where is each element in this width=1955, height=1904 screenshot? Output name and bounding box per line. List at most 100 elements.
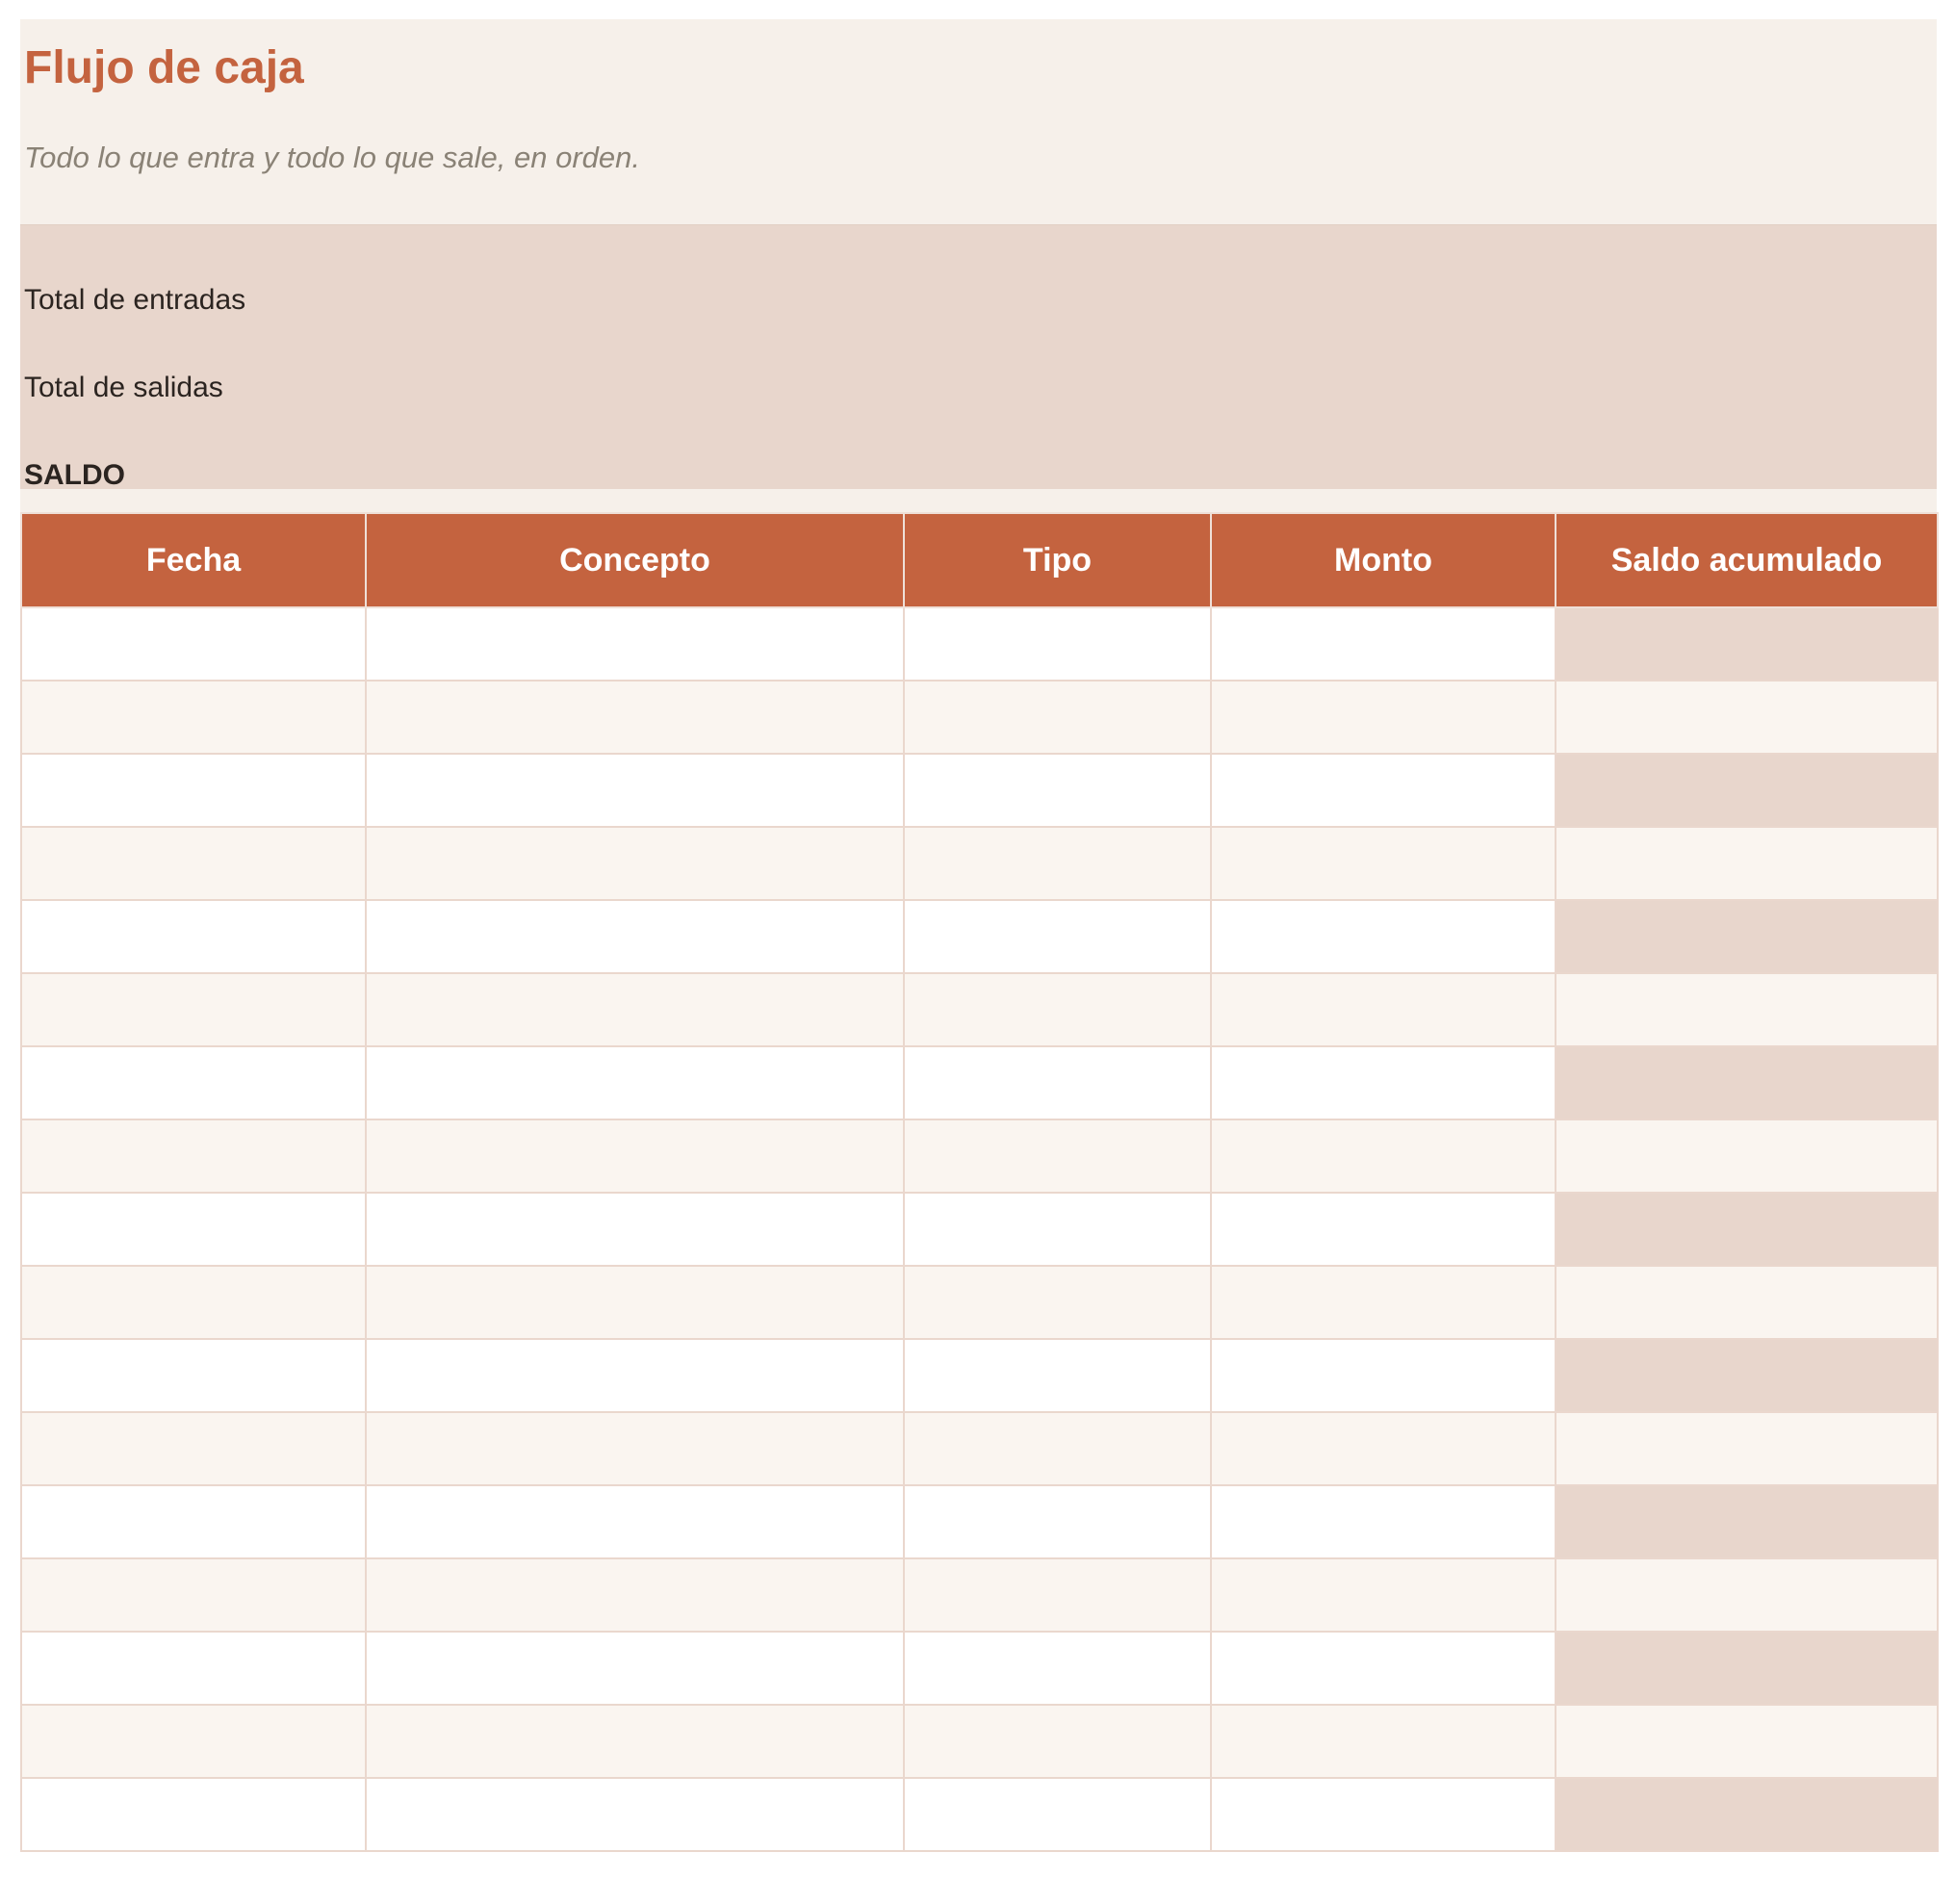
amount-cell[interactable] (1210, 1704, 1556, 1779)
amount-cell[interactable] (1210, 1265, 1556, 1340)
running-balance-cell[interactable] (1555, 753, 1939, 828)
concept-cell[interactable] (365, 1045, 905, 1120)
amount-cell[interactable] (1210, 826, 1556, 901)
running-balance-cell[interactable] (1555, 1411, 1939, 1486)
date-cell[interactable] (20, 899, 367, 974)
date-cell[interactable] (20, 972, 367, 1047)
amount-cell[interactable] (1210, 606, 1556, 682)
type-cell[interactable] (903, 972, 1212, 1047)
type-cell[interactable] (903, 899, 1212, 974)
running-balance-cell[interactable] (1555, 1557, 1939, 1633)
table-row (20, 1045, 1939, 1120)
column-header-running-balance[interactable]: Saldo acumulado (1555, 512, 1939, 608)
amount-cell[interactable] (1210, 680, 1556, 755)
date-cell[interactable] (20, 1192, 367, 1267)
running-balance-cell[interactable] (1555, 1265, 1939, 1340)
running-balance-cell[interactable] (1555, 1192, 1939, 1267)
type-cell[interactable] (903, 753, 1212, 828)
type-cell[interactable] (903, 1704, 1212, 1779)
date-cell[interactable] (20, 1631, 367, 1706)
type-cell[interactable] (903, 1192, 1212, 1267)
date-cell[interactable] (20, 1265, 367, 1340)
running-balance-cell[interactable] (1555, 1045, 1939, 1120)
amount-cell[interactable] (1210, 1484, 1556, 1559)
running-balance-cell[interactable] (1555, 680, 1939, 755)
concept-cell[interactable] (365, 1704, 905, 1779)
date-cell[interactable] (20, 1557, 367, 1633)
running-balance-cell[interactable] (1555, 606, 1939, 682)
concept-cell[interactable] (365, 1338, 905, 1413)
date-cell[interactable] (20, 1119, 367, 1194)
type-cell[interactable] (903, 1265, 1212, 1340)
amount-cell[interactable] (1210, 1557, 1556, 1633)
concept-cell[interactable] (365, 899, 905, 974)
running-balance-cell[interactable] (1555, 826, 1939, 901)
type-cell[interactable] (903, 680, 1212, 755)
column-header-amount[interactable]: Monto (1210, 512, 1556, 608)
concept-cell[interactable] (365, 753, 905, 828)
table-row (20, 1484, 1939, 1559)
balance-label: SALDO (24, 459, 125, 491)
amount-cell[interactable] (1210, 1045, 1556, 1120)
type-cell[interactable] (903, 1119, 1212, 1194)
table-row (20, 1411, 1939, 1486)
running-balance-cell[interactable] (1555, 972, 1939, 1047)
amount-cell[interactable] (1210, 1119, 1556, 1194)
type-cell[interactable] (903, 1338, 1212, 1413)
running-balance-cell[interactable] (1555, 1338, 1939, 1413)
concept-cell[interactable] (365, 972, 905, 1047)
type-cell[interactable] (903, 606, 1212, 682)
date-cell[interactable] (20, 1484, 367, 1559)
running-balance-cell[interactable] (1555, 1631, 1939, 1706)
type-cell[interactable] (903, 1557, 1212, 1633)
table-row (20, 680, 1939, 755)
date-cell[interactable] (20, 1411, 367, 1486)
concept-cell[interactable] (365, 680, 905, 755)
amount-cell[interactable] (1210, 753, 1556, 828)
concept-cell[interactable] (365, 1557, 905, 1633)
date-cell[interactable] (20, 606, 367, 682)
date-cell[interactable] (20, 1777, 367, 1852)
running-balance-cell[interactable] (1555, 1704, 1939, 1779)
date-cell[interactable] (20, 1338, 367, 1413)
concept-cell[interactable] (365, 826, 905, 901)
date-cell[interactable] (20, 1704, 367, 1779)
concept-cell[interactable] (365, 1411, 905, 1486)
sheet-subtitle: Todo lo que entra y todo lo que sale, en… (24, 141, 640, 174)
date-cell[interactable] (20, 753, 367, 828)
concept-cell[interactable] (365, 1484, 905, 1559)
type-cell[interactable] (903, 826, 1212, 901)
running-balance-cell[interactable] (1555, 1484, 1939, 1559)
table-header-row: Fecha Concepto Tipo Monto Saldo acumulad… (20, 512, 1939, 608)
concept-cell[interactable] (365, 1265, 905, 1340)
type-cell[interactable] (903, 1777, 1212, 1852)
date-cell[interactable] (20, 680, 367, 755)
amount-cell[interactable] (1210, 1631, 1556, 1706)
concept-cell[interactable] (365, 1631, 905, 1706)
concept-cell[interactable] (365, 1192, 905, 1267)
running-balance-cell[interactable] (1555, 1777, 1939, 1852)
type-cell[interactable] (903, 1484, 1212, 1559)
amount-cell[interactable] (1210, 1411, 1556, 1486)
date-cell[interactable] (20, 1045, 367, 1120)
table-row (20, 1338, 1939, 1413)
amount-cell[interactable] (1210, 972, 1556, 1047)
type-cell[interactable] (903, 1411, 1212, 1486)
concept-cell[interactable] (365, 1119, 905, 1194)
amount-cell[interactable] (1210, 1338, 1556, 1413)
type-cell[interactable] (903, 1631, 1212, 1706)
concept-cell[interactable] (365, 606, 905, 682)
column-header-concept[interactable]: Concepto (365, 512, 905, 608)
running-balance-cell[interactable] (1555, 1119, 1939, 1194)
column-header-date[interactable]: Fecha (20, 512, 367, 608)
amount-cell[interactable] (1210, 1777, 1556, 1852)
amount-cell[interactable] (1210, 899, 1556, 974)
concept-cell[interactable] (365, 1777, 905, 1852)
amount-cell[interactable] (1210, 1192, 1556, 1267)
type-cell[interactable] (903, 1045, 1212, 1120)
column-header-type[interactable]: Tipo (903, 512, 1212, 608)
running-balance-cell[interactable] (1555, 899, 1939, 974)
date-cell[interactable] (20, 826, 367, 901)
table-row (20, 1265, 1939, 1340)
sheet-title: Flujo de caja (24, 42, 304, 93)
